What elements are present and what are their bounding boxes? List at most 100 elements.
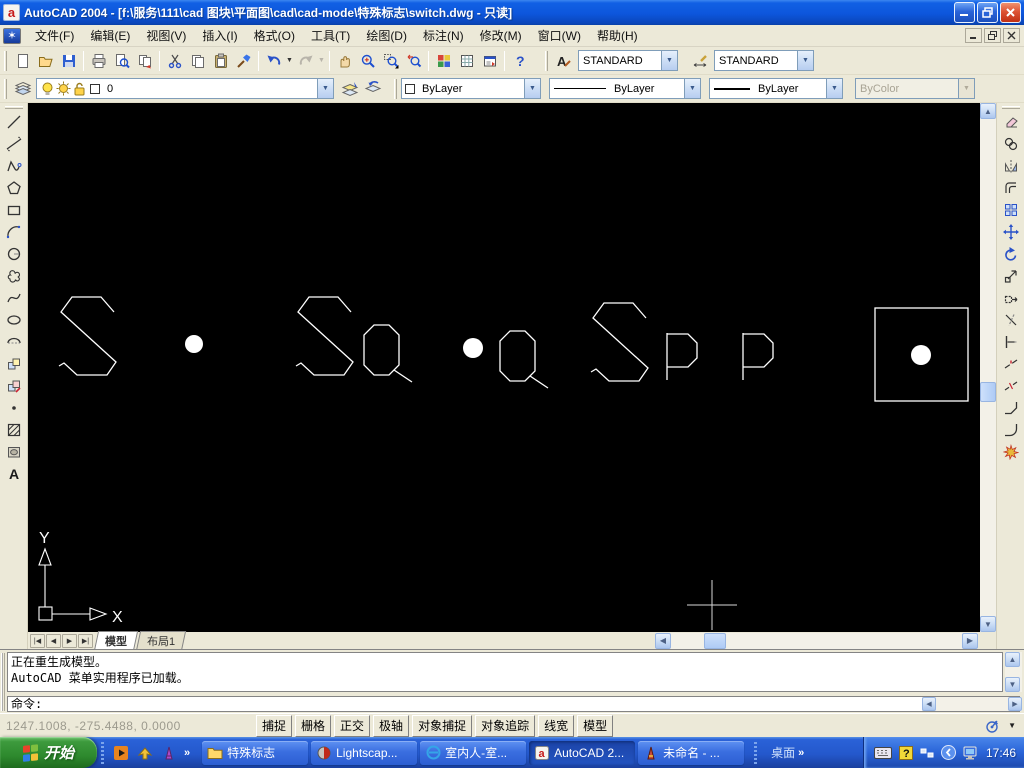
dim-style-select[interactable]: STANDARD ▼ bbox=[714, 50, 814, 71]
command-prompt[interactable]: 命令: bbox=[7, 696, 1020, 712]
dim-style-icon[interactable] bbox=[688, 49, 711, 72]
quicklaunch-grip[interactable] bbox=[101, 741, 104, 764]
tab-prev-icon[interactable]: ◀ bbox=[46, 633, 61, 648]
tab-first-icon[interactable]: |◀ bbox=[30, 633, 45, 648]
text-style-icon[interactable]: A bbox=[552, 49, 575, 72]
command-window-grip[interactable] bbox=[1, 653, 5, 711]
save-icon[interactable] bbox=[57, 49, 80, 72]
task-ie[interactable]: 室内人-室... bbox=[420, 740, 527, 765]
network-status-icon[interactable] bbox=[920, 747, 934, 759]
command-history[interactable]: 正在重生成模型。 AutoCAD 菜单实用程序已加载。 bbox=[7, 652, 1003, 692]
publish-icon[interactable] bbox=[133, 49, 156, 72]
copy-clip-icon[interactable] bbox=[186, 49, 209, 72]
menu-view[interactable]: 视图(V) bbox=[138, 24, 194, 47]
toggle-otrack[interactable]: 对象追踪 bbox=[475, 714, 536, 737]
command-horizontal-scrollbar[interactable]: ◀ ▶ bbox=[922, 697, 1022, 711]
vertical-scrollbar[interactable]: ▲ ▼ bbox=[980, 103, 996, 632]
layers-icon[interactable] bbox=[11, 77, 34, 100]
zoom-window-icon[interactable] bbox=[379, 49, 402, 72]
circle-icon[interactable] bbox=[2, 243, 26, 265]
plot-icon[interactable] bbox=[87, 49, 110, 72]
desktop-band-grip[interactable] bbox=[754, 741, 758, 764]
help-icon[interactable]: ? bbox=[508, 49, 531, 72]
child-close-button[interactable] bbox=[1003, 28, 1020, 43]
toggle-osnap[interactable]: 对象捕捉 bbox=[412, 714, 473, 737]
zoom-realtime-icon[interactable] bbox=[356, 49, 379, 72]
move-icon[interactable] bbox=[999, 221, 1023, 243]
line-icon[interactable] bbox=[2, 111, 26, 133]
document-icon[interactable]: ✶ bbox=[3, 27, 21, 44]
point-icon[interactable] bbox=[2, 397, 26, 419]
toolbar-grip[interactable] bbox=[4, 50, 7, 71]
chamfer-icon[interactable] bbox=[999, 397, 1023, 419]
zoom-previous-icon[interactable] bbox=[402, 49, 425, 72]
menu-modify[interactable]: 修改(M) bbox=[472, 24, 530, 47]
painter-launcher-icon[interactable] bbox=[160, 744, 178, 762]
stretch-icon[interactable] bbox=[999, 287, 1023, 309]
scroll-right-icon[interactable]: ▶ bbox=[1008, 697, 1022, 711]
ellipse-icon[interactable] bbox=[2, 309, 26, 331]
layer-lock-icon[interactable] bbox=[72, 81, 87, 96]
polygon-icon[interactable] bbox=[2, 177, 26, 199]
toolbar-grip[interactable] bbox=[4, 106, 23, 109]
layer-select[interactable]: 0 ▼ bbox=[36, 78, 334, 99]
chevron-down-icon[interactable]: ▼ bbox=[826, 79, 842, 98]
desktop-overflow-icon[interactable]: » bbox=[798, 747, 804, 759]
menu-dimension[interactable]: 标注(N) bbox=[415, 24, 472, 47]
scroll-up-icon[interactable]: ▲ bbox=[1005, 652, 1020, 667]
offset-icon[interactable] bbox=[999, 177, 1023, 199]
chevron-down-icon[interactable]: ▼ bbox=[317, 79, 333, 98]
toggle-grid[interactable]: 栅格 bbox=[295, 714, 332, 737]
paste-icon[interactable] bbox=[209, 49, 232, 72]
task-folder[interactable]: 特殊标志 bbox=[202, 740, 309, 765]
layer-on-bulb-icon[interactable] bbox=[40, 81, 55, 96]
task-lightscape[interactable]: Lightscap... bbox=[311, 740, 418, 765]
toggle-polar[interactable]: 极轴 bbox=[373, 714, 410, 737]
menu-file[interactable]: 文件(F) bbox=[27, 24, 82, 47]
tool-palettes-icon[interactable] bbox=[455, 49, 478, 72]
keyboard-ime-icon[interactable] bbox=[873, 746, 892, 759]
properties-icon[interactable] bbox=[432, 49, 455, 72]
open-icon[interactable] bbox=[34, 49, 57, 72]
arc-icon[interactable] bbox=[2, 221, 26, 243]
ime-help-icon[interactable]: ? bbox=[898, 745, 913, 760]
scroll-left-icon[interactable]: ◀ bbox=[655, 632, 671, 649]
polyline-icon[interactable] bbox=[2, 155, 26, 177]
desktop-toolbar[interactable]: 桌面 » bbox=[771, 744, 804, 761]
menu-edit[interactable]: 编辑(E) bbox=[82, 24, 138, 47]
hatch-icon[interactable] bbox=[2, 419, 26, 441]
titlebar[interactable]: a AutoCAD 2004 - [f:\服务\111\cad 图块\平面图\c… bbox=[0, 0, 1024, 25]
start-button[interactable]: 开始 bbox=[0, 737, 97, 768]
array-icon[interactable] bbox=[999, 199, 1023, 221]
spline-icon[interactable] bbox=[2, 287, 26, 309]
horizontal-scrollbar[interactable]: ◀ ▶ bbox=[655, 632, 978, 649]
chevron-down-icon[interactable]: ▼ bbox=[661, 51, 677, 70]
toggle-ortho[interactable]: 正交 bbox=[334, 714, 371, 737]
explode-icon[interactable] bbox=[999, 441, 1023, 463]
scroll-down-icon[interactable]: ▼ bbox=[980, 616, 996, 632]
quicklaunch-overflow-icon[interactable]: » bbox=[184, 747, 190, 759]
menu-insert[interactable]: 插入(I) bbox=[194, 24, 245, 47]
region-icon[interactable] bbox=[2, 441, 26, 463]
tab-model[interactable]: 模型 bbox=[93, 630, 139, 651]
redo-icon[interactable] bbox=[294, 49, 317, 72]
chevron-down-icon[interactable]: ▼ bbox=[524, 79, 540, 98]
layer-previous-icon[interactable] bbox=[361, 77, 384, 100]
chevron-down-icon[interactable]: ▼ bbox=[684, 79, 700, 98]
construction-line-icon[interactable] bbox=[2, 133, 26, 155]
scroll-left-icon[interactable]: ◀ bbox=[922, 697, 936, 711]
toggle-snap[interactable]: 捕捉 bbox=[256, 714, 293, 737]
restore-button[interactable] bbox=[977, 2, 998, 23]
toolbar-grip[interactable] bbox=[545, 50, 548, 71]
multiline-text-icon[interactable]: A bbox=[2, 463, 26, 485]
menu-help[interactable]: 帮助(H) bbox=[589, 24, 646, 47]
horizontal-scrollbar-thumb[interactable] bbox=[704, 632, 726, 649]
hide-icons-chevron-icon[interactable] bbox=[940, 745, 956, 760]
task-autocad[interactable]: a AutoCAD 2... bbox=[529, 740, 636, 765]
undo-dropdown-icon[interactable]: ▼ bbox=[285, 49, 294, 72]
copy-object-icon[interactable] bbox=[999, 133, 1023, 155]
clock[interactable]: 17:46 bbox=[986, 746, 1016, 760]
match-properties-icon[interactable] bbox=[232, 49, 255, 72]
communication-center-icon[interactable] bbox=[984, 718, 1002, 734]
layer-freeze-sun-icon[interactable] bbox=[56, 81, 71, 96]
